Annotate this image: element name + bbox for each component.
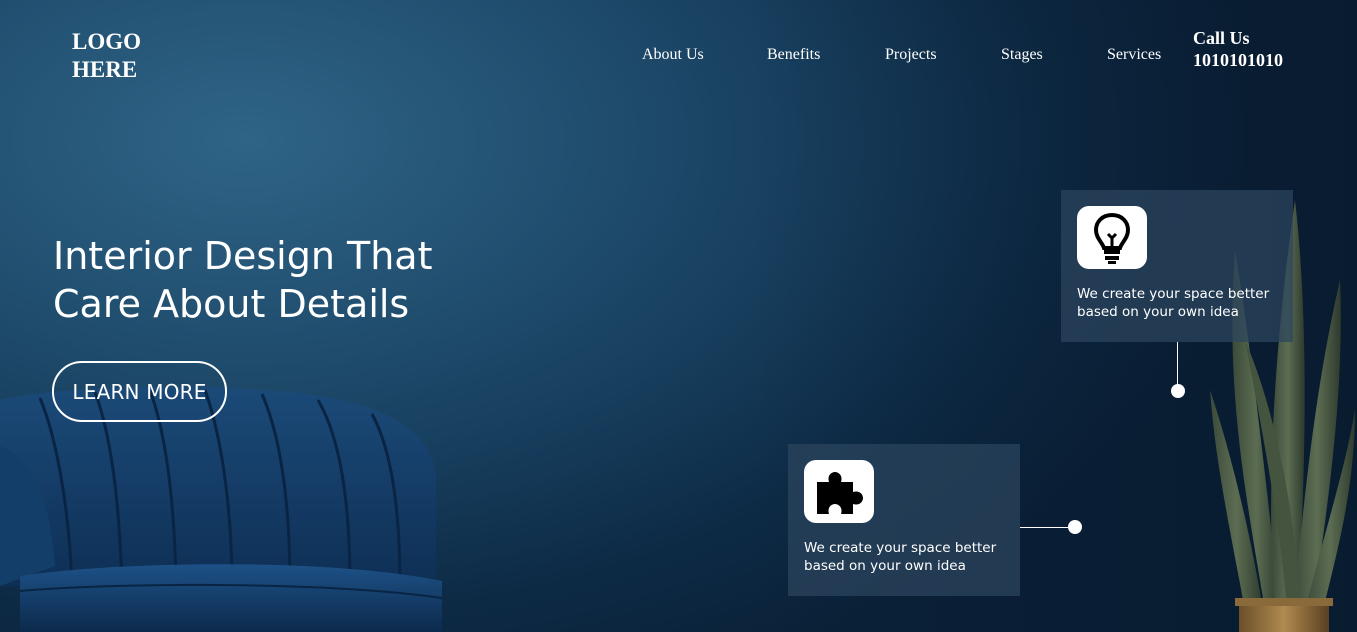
- nav-about-us[interactable]: About Us: [642, 46, 704, 64]
- site-logo[interactable]: LOGO HERE: [72, 28, 141, 84]
- nav-projects[interactable]: Projects: [885, 46, 937, 64]
- logo-line-1: LOGO: [72, 29, 142, 54]
- connector-line: [1020, 527, 1070, 528]
- nav-stages[interactable]: Stages: [1001, 46, 1043, 64]
- armchair-image: [0, 386, 443, 632]
- call-us-block[interactable]: Call Us 1010101010: [1193, 27, 1283, 71]
- logo-line-2: HERE: [72, 57, 138, 82]
- feature-card-puzzle: We create your space better based on you…: [788, 444, 1020, 596]
- feature-card-idea: We create your space better based on you…: [1061, 190, 1293, 342]
- hero-title: Interior Design That Care About Details: [53, 232, 473, 328]
- call-us-label: Call Us: [1193, 28, 1250, 48]
- icon-tile: [804, 460, 874, 523]
- feature-card-text-line-1: We create your space better: [1077, 286, 1270, 302]
- lightbulb-icon: [1093, 212, 1131, 264]
- call-us-number: 1010101010: [1193, 50, 1283, 70]
- hero-title-line-1: Interior Design That: [53, 234, 433, 278]
- feature-card-text-line-2: based on your own idea: [1077, 304, 1239, 320]
- feature-card-text-line-1: We create your space better: [804, 540, 997, 556]
- feature-card-text: We create your space better based on you…: [804, 539, 1004, 575]
- nav-benefits[interactable]: Benefits: [767, 46, 820, 64]
- hero-title-line-2: Care About Details: [53, 282, 410, 326]
- nav-services[interactable]: Services: [1107, 46, 1161, 64]
- puzzle-icon: [817, 471, 863, 514]
- connector-line: [1177, 342, 1178, 386]
- feature-card-text: We create your space better based on you…: [1077, 285, 1277, 321]
- icon-tile: [1077, 206, 1147, 269]
- hotspot-dot[interactable]: [1068, 520, 1082, 534]
- feature-card-text-line-2: based on your own idea: [804, 558, 966, 574]
- hotspot-dot[interactable]: [1171, 384, 1185, 398]
- learn-more-button[interactable]: LEARN MORE: [52, 361, 227, 422]
